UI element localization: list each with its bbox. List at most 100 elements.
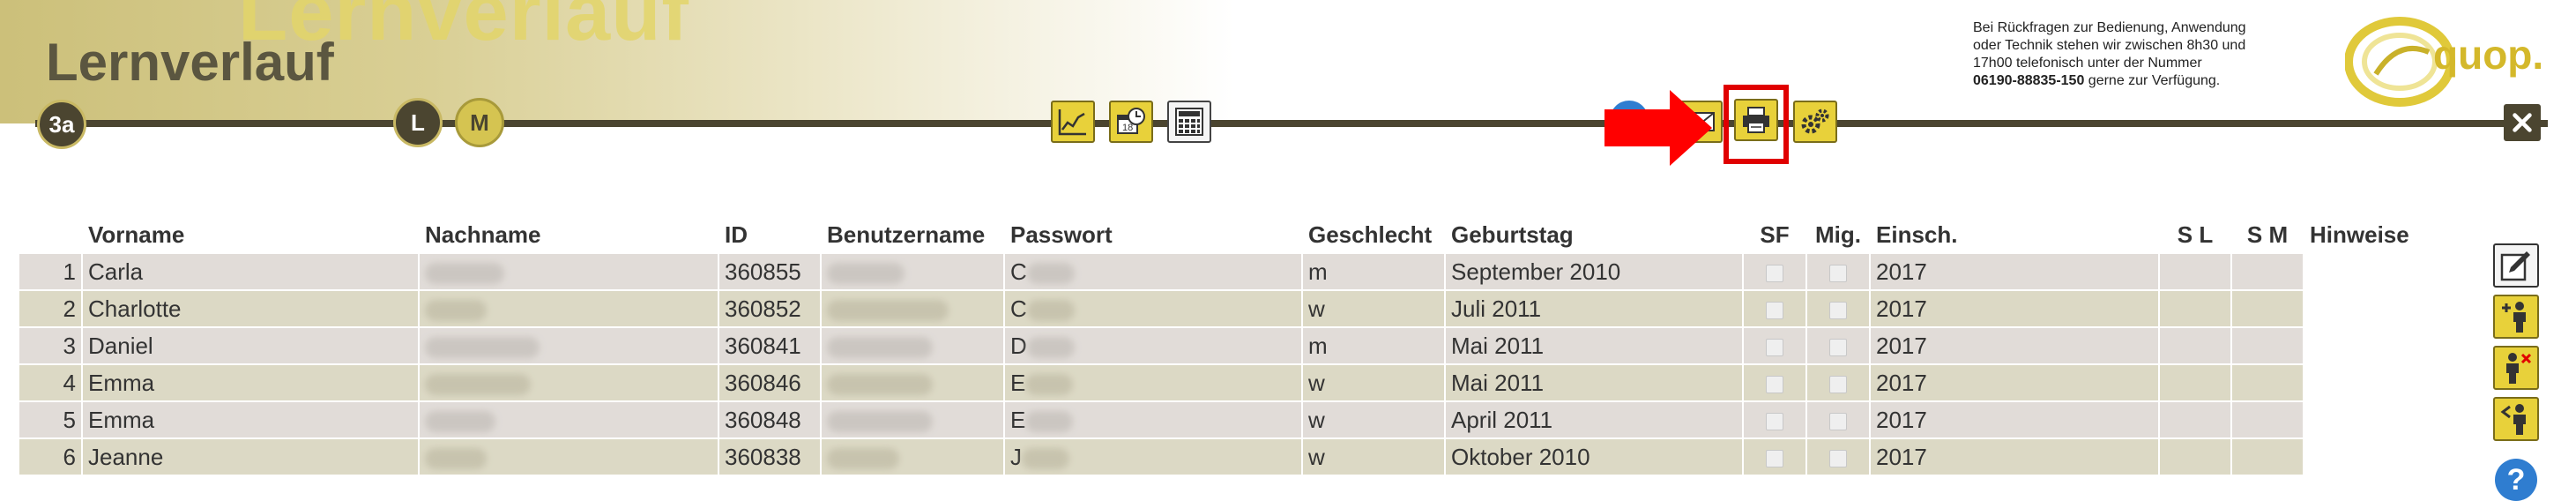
sf-checkbox[interactable] (1766, 264, 1783, 282)
row-number: 2 (19, 291, 81, 326)
mig-checkbox[interactable] (1829, 264, 1847, 282)
redacted-benutzername (827, 373, 933, 395)
header-geschlecht[interactable]: Geschlecht (1303, 217, 1444, 252)
close-icon (2513, 113, 2532, 132)
gears-icon (1801, 108, 1829, 134)
row-number: 4 (19, 365, 81, 400)
print-highlight-box (1724, 85, 1789, 164)
cell-sm (2232, 254, 2303, 289)
sf-checkbox[interactable] (1766, 301, 1783, 319)
redacted-benutzername (827, 336, 933, 358)
level-m-button[interactable]: M (455, 98, 504, 147)
cell-vorname: Jeanne (83, 439, 418, 475)
cell-einsch: 2017 (1871, 365, 2158, 400)
table-row[interactable]: 6 Jeanne 360838 Jw Oktober 2010 2017 (19, 439, 2454, 475)
cell-geschlecht: w (1303, 402, 1444, 437)
header-vorname[interactable]: Vorname (83, 217, 418, 252)
header-nachname[interactable]: Nachname (420, 217, 718, 252)
cell-sf (1744, 254, 1805, 289)
header-sl[interactable]: S L (2160, 217, 2230, 252)
header-einsch[interactable]: Einsch. (1871, 217, 2158, 252)
mig-checkbox[interactable] (1829, 375, 1847, 393)
header-benutzername[interactable]: Benutzername (822, 217, 1003, 252)
line-chart-icon (1058, 109, 1086, 136)
cell-vorname: Charlotte (83, 291, 418, 326)
sf-checkbox[interactable] (1766, 449, 1783, 467)
table-row[interactable]: 2 Charlotte 360852 Cw Juli 2011 2017 (19, 291, 2454, 326)
level-l-button[interactable]: L (393, 98, 443, 147)
cell-passwort: C (1005, 254, 1301, 289)
redacted-nachname (425, 373, 531, 395)
header-passwort[interactable]: Passwort (1005, 217, 1301, 252)
cell-sf (1744, 365, 1805, 400)
line-chart-button[interactable] (1051, 101, 1095, 143)
calendar-clock-button[interactable]: 18 (1109, 101, 1153, 143)
table-row[interactable]: 5 Emma 360848 Ew April 2011 2017 (19, 402, 2454, 437)
add-pupil-button[interactable] (2493, 295, 2539, 339)
support-line-4: 06190-88835-150 gerne zur Verfügung. (1973, 72, 2299, 90)
sf-checkbox[interactable] (1766, 412, 1783, 430)
cell-hinweise (2304, 291, 2454, 326)
header-nr (19, 217, 81, 252)
move-person-icon (2500, 404, 2526, 435)
sf-checkbox[interactable] (1766, 375, 1783, 393)
header-mig[interactable]: Mig. (1807, 217, 1869, 252)
support-line-4-text: gerne zur Verfügung. (2084, 73, 2221, 88)
cell-hinweise (2304, 365, 2454, 400)
header-id[interactable]: ID (719, 217, 820, 252)
cell-geschlecht: w (1303, 291, 1444, 326)
redacted-benutzername (827, 262, 905, 284)
support-line-1: Bei Rückfragen zur Bedienung, Anwendung (1973, 20, 2246, 35)
pupil-table: Vorname Nachname ID Benutzername Passwor… (18, 215, 2456, 476)
close-button[interactable] (2504, 104, 2541, 141)
cell-id: 360846 (719, 365, 820, 400)
mig-checkbox[interactable] (1829, 449, 1847, 467)
red-arrow-annotation (1604, 90, 1712, 166)
table-row[interactable]: 1 Carla 360855 Cm September 2010 2017 (19, 254, 2454, 289)
cell-sf (1744, 328, 1805, 363)
header-sf[interactable]: SF (1744, 217, 1805, 252)
header-sm[interactable]: S M (2232, 217, 2303, 252)
cell-sl (2160, 402, 2230, 437)
cell-geschlecht: w (1303, 439, 1444, 475)
cell-sl (2160, 291, 2230, 326)
passwort-initial: C (1010, 258, 1027, 285)
cell-sm (2232, 402, 2303, 437)
cell-passwort: D (1005, 328, 1301, 363)
header-geburtstag[interactable]: Geburtstag (1446, 217, 1742, 252)
cell-einsch: 2017 (1871, 402, 2158, 437)
cell-benutzername (822, 402, 1003, 437)
calculator-grid-button[interactable] (1167, 101, 1211, 143)
sf-checkbox[interactable] (1766, 338, 1783, 356)
cell-sf (1744, 402, 1805, 437)
cell-passwort: C (1005, 291, 1301, 326)
cell-geschlecht: m (1303, 254, 1444, 289)
calendar-clock-icon: 18 (1117, 108, 1145, 134)
cell-geburtstag: Mai 2011 (1446, 365, 1742, 400)
mig-checkbox[interactable] (1829, 301, 1847, 319)
help-icon[interactable]: ? (2495, 459, 2537, 501)
table-row[interactable]: 3 Daniel 360841 Dm Mai 2011 2017 (19, 328, 2454, 363)
header-hinweise[interactable]: Hinweise (2304, 217, 2454, 252)
table-header-row: Vorname Nachname ID Benutzername Passwor… (19, 217, 2454, 252)
cell-nachname (420, 439, 718, 475)
redacted-passwort (1026, 262, 1075, 284)
redacted-nachname (425, 299, 487, 321)
cell-einsch: 2017 (1871, 291, 2158, 326)
cell-hinweise (2304, 439, 2454, 475)
edit-pupils-button[interactable] (2493, 243, 2539, 288)
class-badge[interactable]: 3a (37, 100, 86, 149)
cell-benutzername (822, 439, 1003, 475)
cell-geburtstag: April 2011 (1446, 402, 1742, 437)
support-line-3: 17h00 telefonisch unter der Nummer (1973, 56, 2202, 71)
cell-geburtstag: Mai 2011 (1446, 328, 1742, 363)
remove-pupil-button[interactable] (2493, 346, 2539, 390)
cell-hinweise (2304, 254, 2454, 289)
mig-checkbox[interactable] (1829, 412, 1847, 430)
mig-checkbox[interactable] (1829, 338, 1847, 356)
settings-button[interactable] (1793, 101, 1837, 143)
table-row[interactable]: 4 Emma 360846 Ew Mai 2011 2017 (19, 365, 2454, 400)
cell-passwort: E (1005, 402, 1301, 437)
move-pupil-button[interactable] (2493, 397, 2539, 441)
cell-mig (1807, 254, 1869, 289)
